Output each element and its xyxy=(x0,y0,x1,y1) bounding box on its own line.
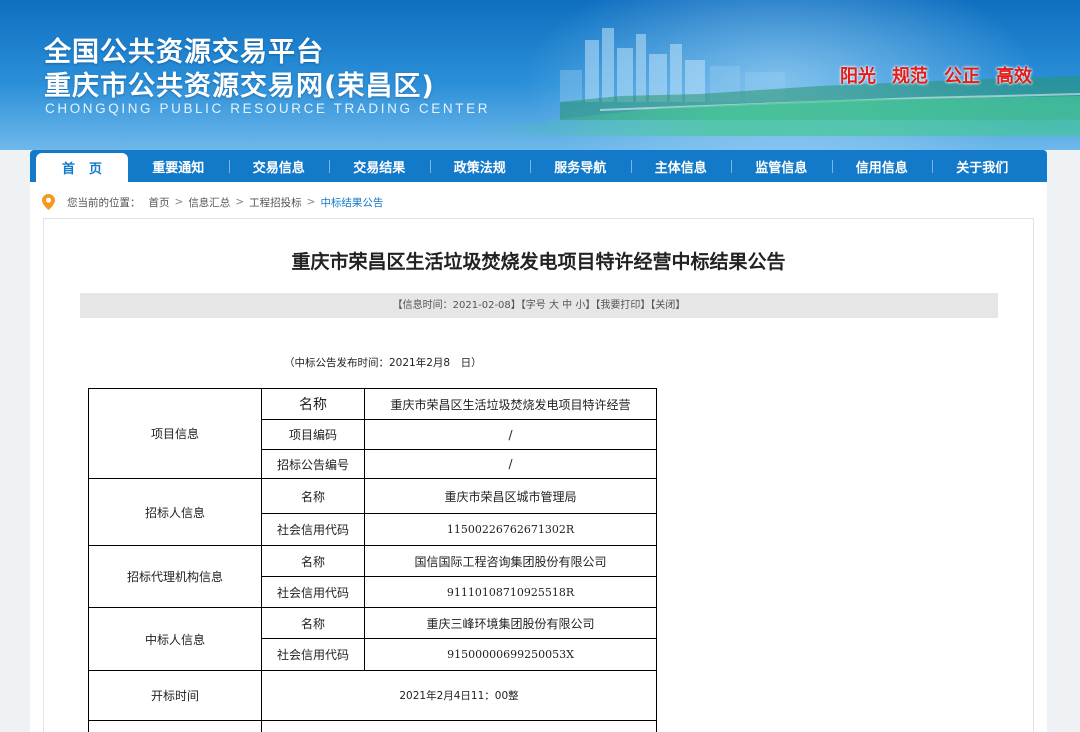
breadcrumb-separator: > xyxy=(306,196,316,208)
breadcrumb-separator: > xyxy=(174,196,184,208)
agency-credit-code-value: 91110108710925518R xyxy=(364,576,657,608)
bid-notice-no-value: / xyxy=(364,449,657,479)
article-container: 重庆市荣昌区生活垃圾焚烧发电项目特许经营中标结果公告 【信息时间：2021-02… xyxy=(43,218,1034,732)
publish-time: （中标公告发布时间：2021年2月8 日） xyxy=(284,357,482,369)
breadcrumb-home[interactable]: 首页 xyxy=(149,195,170,210)
nav-item-notices[interactable]: 重要通知 xyxy=(128,150,229,182)
tenderer-name-label: 名称 xyxy=(261,478,365,514)
info-time: 【信息时间：2021-02-08】 xyxy=(392,300,521,311)
close-link[interactable]: 【关闭】 xyxy=(650,300,685,311)
nav-item-trade-info[interactable]: 交易信息 xyxy=(228,150,330,182)
font-size-large-link[interactable]: 大 xyxy=(549,300,559,311)
nav-item-about[interactable]: 关于我们 xyxy=(932,150,1033,182)
article-title: 重庆市荣昌区生活垃圾焚烧发电项目特许经营中标结果公告 xyxy=(291,251,786,273)
breadcrumb-info-summary[interactable]: 信息汇总 xyxy=(188,195,230,210)
tenderer-name-value: 重庆市荣昌区城市管理局 xyxy=(364,478,657,514)
font-size-label: 【字号 xyxy=(520,300,546,311)
table-row: 中标人信息 名称 重庆三峰环境集团股份有限公司 xyxy=(88,607,657,671)
location-pin-icon xyxy=(42,194,55,210)
page-body: 您当前的位置： 首页 > 信息汇总 > 工程招投标 > 中标结果公告 重庆市荣昌… xyxy=(30,182,1047,732)
result-table: 项目信息 名称 重庆市荣昌区生活垃圾焚烧发电项目特许经营 项目编码 / 招标公告… xyxy=(88,388,657,732)
nav-item-service-guide[interactable]: 服务导航 xyxy=(530,150,631,182)
open-time-value: 2021年2月4日11：00整 xyxy=(261,670,657,721)
tenderer-credit-code-label: 社会信用代码 xyxy=(261,513,365,546)
project-info-header: 项目信息 xyxy=(88,388,262,479)
project-code-value: / xyxy=(364,419,657,450)
breadcrumb: 您当前的位置： 首页 > 信息汇总 > 工程招投标 > 中标结果公告 xyxy=(42,194,383,210)
table-cell-empty xyxy=(261,720,657,732)
table-row: 招标代理机构信息 名称 国信国际工程咨询集团股份有限公司 xyxy=(88,545,657,608)
main-nav: 首页 重要通知 交易信息 交易结果 政策法规 服务导航 主体信息 监管信息 信用… xyxy=(30,150,1047,182)
tenderer-credit-code-value: 11500226762671302R xyxy=(364,513,657,546)
table-row: 开标时间 2021年2月4日11：00整 xyxy=(88,670,657,721)
agency-name-value: 国信国际工程咨询集团股份有限公司 xyxy=(364,545,657,577)
agency-credit-code-label: 社会信用代码 xyxy=(261,576,365,608)
font-size-small-link[interactable]: 小】 xyxy=(575,300,595,311)
winner-name-value: 重庆三峰环境集团股份有限公司 xyxy=(364,607,657,639)
slogan-standard: 规范 xyxy=(892,66,928,87)
nav-item-entity-info[interactable]: 主体信息 xyxy=(630,150,732,182)
nav-item-policies[interactable]: 政策法规 xyxy=(429,150,531,182)
slogan-sunshine: 阳光 xyxy=(840,66,876,87)
article-info-bar: 【信息时间：2021-02-08】【字号 大 中 小】【我要打印】【关闭】 xyxy=(80,293,998,318)
site-title-secondary: 重庆市公共资源交易网(荣昌区) xyxy=(44,71,435,102)
slogan-fair: 公正 xyxy=(944,66,980,87)
project-name-value: 重庆市荣昌区生活垃圾焚烧发电项目特许经营 xyxy=(364,388,657,420)
print-link[interactable]: 【我要打印】 xyxy=(595,300,650,311)
agency-name-label: 名称 xyxy=(261,545,365,577)
project-code-label: 项目编码 xyxy=(261,419,365,450)
breadcrumb-current[interactable]: 中标结果公告 xyxy=(320,195,383,210)
breadcrumb-engineering-bidding[interactable]: 工程招投标 xyxy=(249,195,302,210)
table-row: 项目信息 名称 重庆市荣昌区生活垃圾焚烧发电项目特许经营 xyxy=(88,388,657,479)
table-row: 招标人信息 名称 重庆市荣昌区城市管理局 xyxy=(88,478,657,546)
agency-info-header: 招标代理机构信息 xyxy=(88,545,262,608)
breadcrumb-separator: > xyxy=(235,196,245,208)
slogan-group: 阳光 规范 公正 高效 xyxy=(840,62,1032,88)
site-header: 全国公共资源交易平台 重庆市公共资源交易网(荣昌区) CHONGQING PUB… xyxy=(0,0,1080,150)
tenderer-info-header: 招标人信息 xyxy=(88,478,262,546)
winner-credit-code-value: 91500000699250053X xyxy=(364,638,657,671)
table-row xyxy=(88,720,657,732)
nav-item-credit[interactable]: 信用信息 xyxy=(831,150,933,182)
nav-item-trade-results[interactable]: 交易结果 xyxy=(329,150,430,182)
winner-name-label: 名称 xyxy=(261,607,365,639)
slogan-efficient: 高效 xyxy=(996,66,1032,87)
project-name-label: 名称 xyxy=(261,388,365,420)
bid-notice-no-label: 招标公告编号 xyxy=(261,449,365,479)
site-title-english: CHONGQING PUBLIC RESOURCE TRADING CENTER xyxy=(45,101,491,116)
nav-item-home[interactable]: 首页 xyxy=(36,153,128,182)
winner-info-header: 中标人信息 xyxy=(88,607,262,671)
table-cell-empty xyxy=(88,720,262,732)
winner-credit-code-label: 社会信用代码 xyxy=(261,638,365,671)
font-size-medium-link[interactable]: 中 xyxy=(562,300,572,311)
nav-item-supervision[interactable]: 监管信息 xyxy=(731,150,832,182)
breadcrumb-prefix: 您当前的位置： xyxy=(67,196,141,209)
open-time-label: 开标时间 xyxy=(88,670,262,721)
